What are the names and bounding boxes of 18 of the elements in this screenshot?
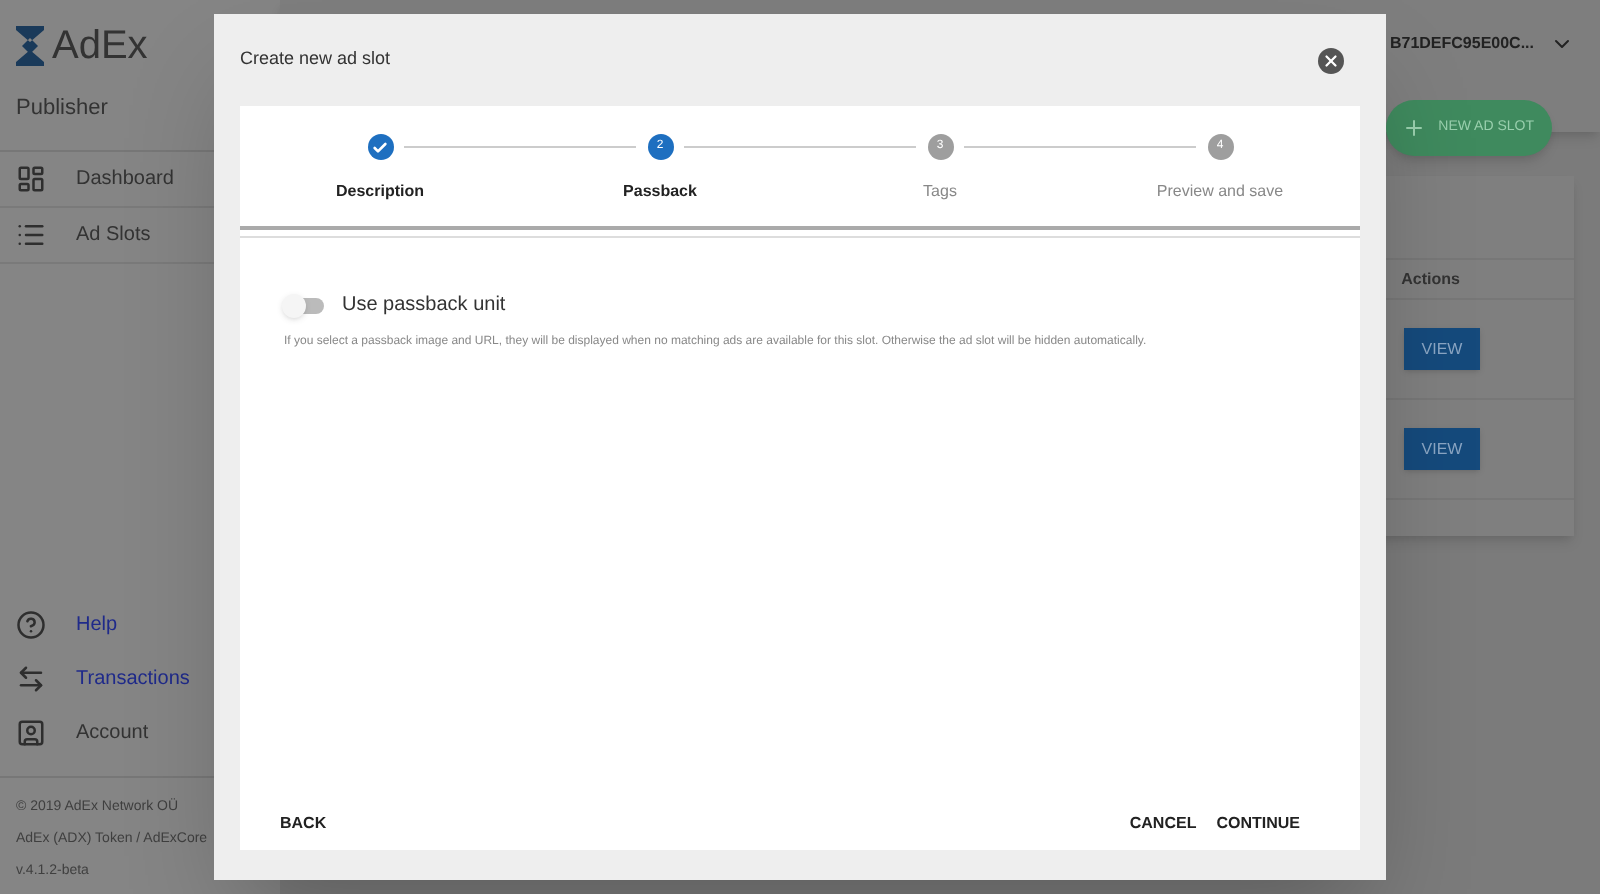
step-label: Preview and save	[1156, 180, 1284, 204]
cancel-button[interactable]: CANCEL	[1125, 808, 1201, 840]
nav-item[interactable]: Transactions	[0, 652, 280, 706]
step-label: Passback	[623, 180, 697, 204]
dialog-title: Create new ad slot	[240, 46, 391, 73]
role-label: Publisher	[14, 94, 110, 124]
column-header: Actions	[1401, 267, 1460, 291]
continue-button[interactable]: CONTINUE	[1212, 808, 1304, 840]
nav-item[interactable]: Account	[0, 706, 280, 760]
step-label: Tags	[923, 180, 957, 204]
logo-text: AdEx	[52, 22, 148, 72]
view-button[interactable]: VIEW	[1404, 328, 1480, 370]
toggle-label: Use passback unit	[342, 292, 506, 320]
nav-item[interactable]: Help	[0, 598, 280, 652]
view-button[interactable]: VIEW	[1404, 428, 1480, 470]
step-label: Description	[335, 180, 424, 204]
account-address[interactable]: B71DEFC95E00C...	[1389, 32, 1534, 56]
back-button[interactable]: BACK	[276, 808, 331, 840]
